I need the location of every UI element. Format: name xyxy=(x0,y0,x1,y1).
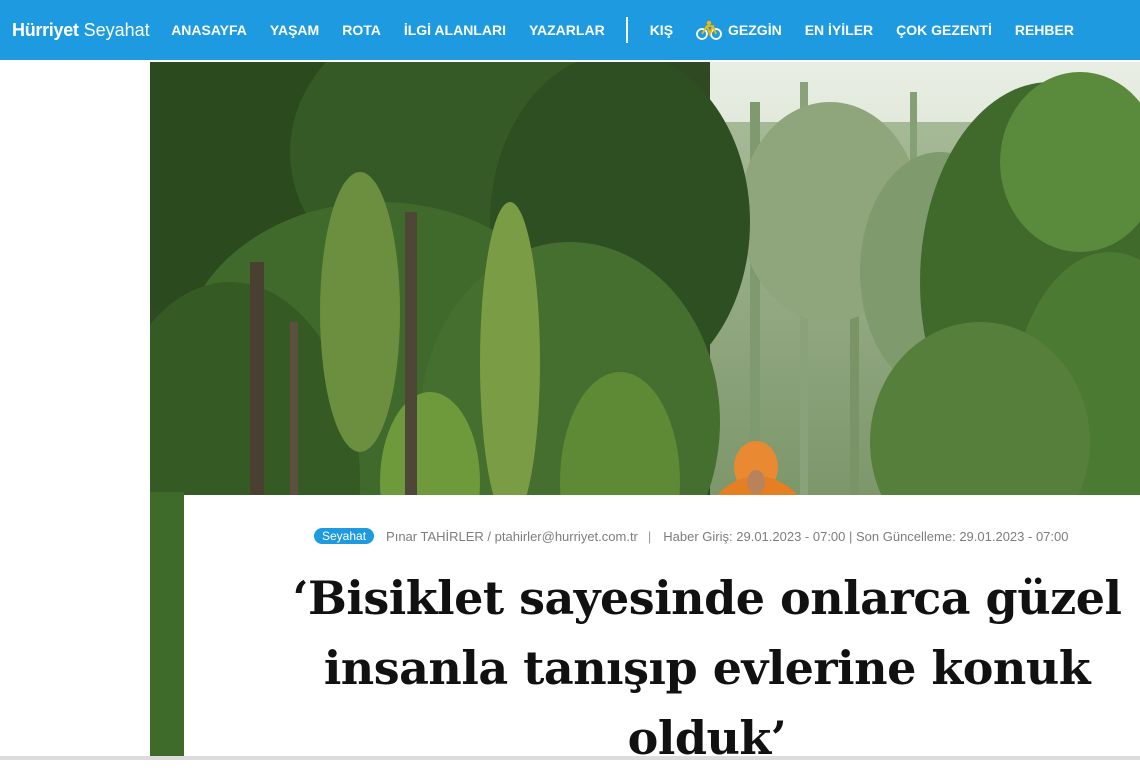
main-nav: ANASAYFA YAŞAM ROTA İLGİ ALANLARI YAZARL… xyxy=(160,0,1086,60)
bottom-scroll-edge xyxy=(0,756,1140,760)
publish-dates: Haber Giriş: 29.01.2023 - 07:00 | Son Gü… xyxy=(663,528,1069,544)
meta-divider: | xyxy=(647,528,652,544)
nav-item-en-iyiler[interactable]: EN İYİLER xyxy=(793,22,884,38)
nav-divider xyxy=(626,17,629,43)
nav-item-rota[interactable]: ROTA xyxy=(331,22,393,38)
article-meta: Seyahat Pınar TAHİRLER / ptahirler@hurri… xyxy=(314,527,1068,545)
nav-item-gezgin-label: GEZGİN xyxy=(728,22,782,38)
nav-item-ilgi-alanlari[interactable]: İLGİ ALANLARI xyxy=(392,22,517,38)
nav-item-cok-gezenti[interactable]: ÇOK GEZENTİ xyxy=(885,22,1004,38)
nav-item-gezgin[interactable]: GEZGİN xyxy=(685,20,794,40)
nav-item-yazarlar[interactable]: YAZARLAR xyxy=(517,22,616,38)
author-byline[interactable]: Pınar TAHİRLER / ptahirler@hurriyet.com.… xyxy=(386,529,638,544)
logo-section: Seyahat xyxy=(83,19,150,40)
nav-item-kis[interactable]: KIŞ xyxy=(638,22,684,38)
site-logo[interactable]: Hürriyet Seyahat xyxy=(12,20,150,41)
nav-item-anasayfa[interactable]: ANASAYFA xyxy=(160,22,259,38)
bicycle-icon xyxy=(696,20,722,40)
category-badge[interactable]: Seyahat xyxy=(314,528,375,544)
top-navbar: Hürriyet Seyahat ANASAYFA YAŞAM ROTA İLG… xyxy=(0,0,1140,60)
article-title: ‘Bisiklet sayesinde onlarca güzel insanl… xyxy=(292,571,1122,765)
nav-item-yasam[interactable]: YAŞAM xyxy=(258,22,330,38)
article-header-card: Seyahat Pınar TAHİRLER / ptahirler@hurri… xyxy=(184,495,1140,765)
nav-item-rehber[interactable]: REHBER xyxy=(1003,22,1085,38)
logo-brand: Hürriyet xyxy=(12,19,79,40)
